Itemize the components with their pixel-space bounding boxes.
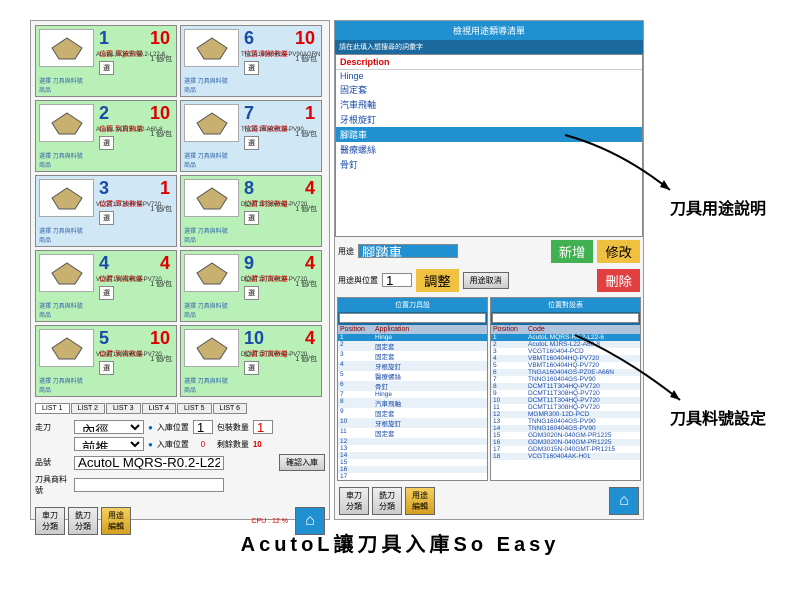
tool2-combo[interactable]: 前推	[74, 437, 144, 451]
table-row[interactable]: 2AcutoL MJRS-L22-A60-8	[491, 341, 640, 348]
tool-card[interactable]: 1位置 庫放數量選 10選擇 刀具與料號 商品AcutoL BQRS-R0.2-…	[35, 25, 177, 97]
home-icon: ⌂	[619, 492, 629, 510]
list-tab[interactable]: LIST 2	[71, 403, 106, 414]
usage-item[interactable]: 腳踏車	[336, 127, 642, 142]
table-row[interactable]: 17GDM3015N-040GMT-PR1215	[491, 446, 640, 453]
table-row[interactable]: 4牙根旋釘	[338, 361, 487, 371]
mod-btn[interactable]: 修改	[597, 240, 640, 263]
new-btn[interactable]: 新增	[551, 240, 594, 263]
table-row[interactable]: 4VBMT160404HQ-PV720	[491, 355, 640, 362]
table-row[interactable]: 13	[338, 445, 487, 452]
usage-input[interactable]	[358, 244, 458, 258]
table-row[interactable]: 3VCGT160404-PCD	[491, 348, 640, 355]
code-input[interactable]	[74, 456, 224, 470]
right-panel: 檢視用途類導清單 請在此填入想搜尋的詞彙字 Description Hinge固…	[334, 20, 644, 520]
table-row[interactable]: 14	[338, 452, 487, 459]
table-row[interactable]: 7TNNG160404GS-PV90	[491, 376, 640, 383]
usage-item[interactable]: 固定套	[336, 82, 642, 97]
usage-item[interactable]: 牙根旋釘	[336, 112, 642, 127]
usage-title: 檢視用途類導清單	[335, 21, 643, 40]
list-tab[interactable]: LIST 4	[142, 403, 177, 414]
table-row[interactable]: 3固定套	[338, 351, 487, 361]
table-row[interactable]: 1Hinge	[338, 334, 487, 341]
usage-item[interactable]: Hinge	[336, 70, 642, 82]
btn-type2[interactable]: 銑刀 分類	[68, 507, 98, 535]
btn-r2[interactable]: 銑刀 分類	[372, 487, 402, 515]
adjust-btn[interactable]: 調整	[416, 269, 459, 292]
table-row[interactable]: 14TNNG160404GS-PV90	[491, 425, 640, 432]
list-tab[interactable]: LIST 3	[106, 403, 141, 414]
table-row[interactable]: 13TNNG160404GS-PV90	[491, 418, 640, 425]
table-row[interactable]: 11DCMT11T308HQ-PV720	[491, 404, 640, 411]
table-row[interactable]: 7Hinge	[338, 391, 487, 398]
list-tab[interactable]: LIST 5	[177, 403, 212, 414]
list-tab[interactable]: LIST 6	[213, 403, 248, 414]
tool-card[interactable]: 10位置 到貨數量選 4選擇 刀具與料號 商品DCMT11T304HQ-PV72…	[180, 325, 322, 397]
table-row[interactable]: 15	[338, 459, 487, 466]
left-panel: 1位置 庫放數量選 10選擇 刀具與料號 商品AcutoL BQRS-R0.2-…	[30, 20, 330, 520]
table-row[interactable]: 5醫療螺絲	[338, 371, 487, 381]
tool-card[interactable]: 7位置 庫放數量選 1選擇 刀具與料號 商品TNGG160404GS-PV901…	[180, 100, 322, 172]
cpu-label: CPU : 12 %	[251, 518, 288, 525]
anno-code: 刀具料號設定	[670, 405, 766, 429]
table-row[interactable]: 8DCMT11T304HQ-PV720	[491, 383, 640, 390]
table-row[interactable]: 18VCGT160404AK-H01	[491, 453, 640, 460]
anno-usage: 刀具用途說明	[670, 195, 766, 219]
table-row[interactable]: 12MGMR300-12D-PCD	[491, 411, 640, 418]
usage-item[interactable]: 骨釘	[336, 157, 642, 172]
btn-r1[interactable]: 車刀 分類	[339, 487, 369, 515]
tool-lbl: 走刀	[35, 422, 70, 433]
btn-usage-edit[interactable]: 用途 編輯	[101, 507, 131, 535]
table-pos-app[interactable]: 位置刀具設 PositionApplication 1Hinge2固定套3固定套…	[337, 297, 488, 482]
home-btn-r[interactable]: ⌂	[609, 487, 639, 515]
table-row[interactable]: 16	[338, 466, 487, 473]
table-row[interactable]: 8汽車飛軸	[338, 398, 487, 408]
table-row[interactable]: 17	[338, 473, 487, 480]
tool-combo[interactable]: 內徑	[74, 420, 144, 434]
tool-card[interactable]: 2位置 到貨數量選 10選擇 刀具與料號 商品AcutoL MJRS-L22-A…	[35, 100, 177, 172]
usage-item[interactable]: 醫療螺絲	[336, 142, 642, 157]
table-row[interactable]: 1AcutoL MQRS-R0.2-L22-6	[491, 334, 640, 341]
table-row[interactable]: 11固定套	[338, 428, 487, 438]
cancel-usage-btn[interactable]: 用途取消	[463, 272, 509, 289]
table-row[interactable]: 10牙根旋釘	[338, 418, 487, 428]
loc-input[interactable]	[193, 420, 213, 434]
table-row[interactable]: 12	[338, 438, 487, 445]
tool-card[interactable]: 5位置 到貨數量選 10選擇 刀具與料號 商品VCMT160404GS-PV72…	[35, 325, 177, 397]
table-row[interactable]: 5VBMT160404HQ-PV720	[491, 362, 640, 369]
table-pos-code[interactable]: 位置對設表 PositionCode 1AcutoL MQRS-R0.2-L22…	[490, 297, 641, 482]
table-row[interactable]: 10DCMT11T304HQ-PV720	[491, 397, 640, 404]
tool-card[interactable]: 9位置 到貨數量選 4選擇 刀具與料號 商品DCMT11T304GP-PV720…	[180, 250, 322, 322]
tool-card[interactable]: 8位置 剩餘數量選 4選擇 刀具與料號 商品DCMT11T304HQ-PV720…	[180, 175, 322, 247]
list-tab[interactable]: LIST 1	[35, 403, 70, 414]
table-row[interactable]: 9DCMT11T308HQ-PV720	[491, 390, 640, 397]
table-row[interactable]: 6TNGA160404GS-PZ0E-A66N	[491, 369, 640, 376]
search-hint: 請在此填入想搜尋的詞彙字	[335, 40, 643, 54]
table-row[interactable]: 2固定套	[338, 341, 487, 351]
confirm-btn[interactable]: 確認入庫	[279, 454, 325, 471]
del-btn[interactable]: 刪除	[597, 269, 640, 292]
btn-r3[interactable]: 用途 編輯	[405, 487, 435, 515]
usage-list[interactable]: Description Hinge固定套汽車飛軸牙根旋釘腳踏車醫療螺絲骨釘	[335, 54, 643, 237]
table-row[interactable]: 6骨釘	[338, 381, 487, 391]
tool-card[interactable]: 3位置 庫放數量選 1選擇 刀具與料號 商品VCGT11T304PN-PV720…	[35, 175, 177, 247]
table-row[interactable]: 16GDM3020N-040GM-PR1225	[491, 439, 640, 446]
table-row[interactable]: 15GDM3020N-040GM-PR1225	[491, 432, 640, 439]
tool-card[interactable]: 6位置 剩餘數量選 10選擇 刀具與料號 商品TNGA160404GS-PV90…	[180, 25, 322, 97]
pos-input[interactable]	[382, 273, 412, 287]
vendor-input[interactable]	[74, 478, 224, 492]
btn-type1[interactable]: 車刀 分類	[35, 507, 65, 535]
tool-card[interactable]: 4位置 到貨數量選 4選擇 刀具與料號 商品VCMT160404GS-PV720…	[35, 250, 177, 322]
usage-item[interactable]: 汽車飛軸	[336, 97, 642, 112]
pack-input[interactable]	[253, 420, 273, 434]
table-row[interactable]: 9固定套	[338, 408, 487, 418]
